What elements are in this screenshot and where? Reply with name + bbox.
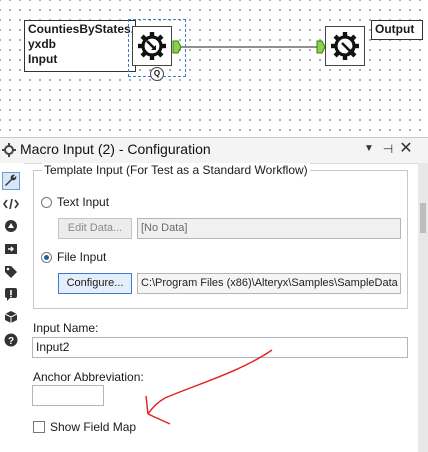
text-data-field: [No Data]	[137, 218, 401, 239]
meta-info-icon[interactable]	[2, 217, 20, 235]
file-input-label[interactable]: File Input	[57, 250, 106, 264]
panel-title: Macro Input (2) - Configuration	[20, 141, 211, 157]
anchor-abbreviation-label: Anchor Abbreviation:	[33, 370, 144, 384]
output-anchor-icon[interactable]	[172, 40, 182, 54]
pin-icon[interactable]: ⊣	[381, 142, 395, 156]
error-icon[interactable]	[2, 285, 20, 303]
close-icon[interactable]: ✕	[399, 141, 413, 157]
help-icon[interactable]: ?	[2, 331, 20, 349]
show-field-map-checkbox[interactable]	[33, 421, 45, 433]
interface-q-badge[interactable]: Q	[150, 67, 164, 81]
template-input-legend: Template Input (For Test as a Standard W…	[42, 163, 310, 177]
configure-button[interactable]: Configure...	[58, 273, 132, 294]
configuration-gear-icon	[2, 143, 16, 157]
anchor-abbreviation-field[interactable]	[32, 385, 104, 406]
configuration-wrench-icon[interactable]	[2, 172, 20, 190]
tag-icon[interactable]	[2, 263, 20, 281]
workflow-canvas[interactable]: CountiesByStates. yxdb Input Output Q	[0, 0, 428, 137]
input-name-label: Input Name:	[33, 321, 99, 335]
xml-code-icon[interactable]	[2, 195, 20, 213]
scrollbar-thumb[interactable]	[420, 203, 426, 233]
show-field-map-label[interactable]: Show Field Map	[50, 420, 136, 434]
output-node-annotation: Output	[371, 20, 423, 40]
input-name-field[interactable]: Input2	[32, 337, 408, 358]
panel-menu-icon[interactable]: ▼	[362, 142, 376, 156]
file-path-field[interactable]: C:\Program Files (x86)\Alteryx\Samples\S…	[137, 273, 401, 294]
input-node-annotation: CountiesByStates. yxdb Input	[24, 20, 136, 72]
macro-output-tool[interactable]	[325, 26, 365, 66]
macro-input-gear-icon	[138, 32, 166, 60]
text-input-radio[interactable]	[41, 197, 52, 208]
macro-input-tool[interactable]	[132, 26, 172, 66]
annotation-arrow-icon[interactable]	[2, 240, 20, 258]
configuration-panel: Macro Input (2) - Configuration ▼ ⊣ ✕ ?	[0, 137, 428, 452]
file-input-radio[interactable]	[41, 252, 52, 263]
panel-header: Macro Input (2) - Configuration ▼ ⊣ ✕	[0, 137, 428, 164]
text-input-label[interactable]: Text Input	[57, 195, 109, 209]
edit-data-button[interactable]: Edit Data...	[58, 218, 132, 239]
side-toolbar: ?	[0, 163, 24, 452]
macro-output-gear-icon	[331, 32, 359, 60]
template-input-group: Template Input (For Test as a Standard W…	[33, 163, 408, 309]
panel-scrollbar[interactable]	[418, 163, 428, 452]
layout-box-icon[interactable]	[2, 308, 20, 326]
svg-text:?: ?	[8, 336, 14, 347]
